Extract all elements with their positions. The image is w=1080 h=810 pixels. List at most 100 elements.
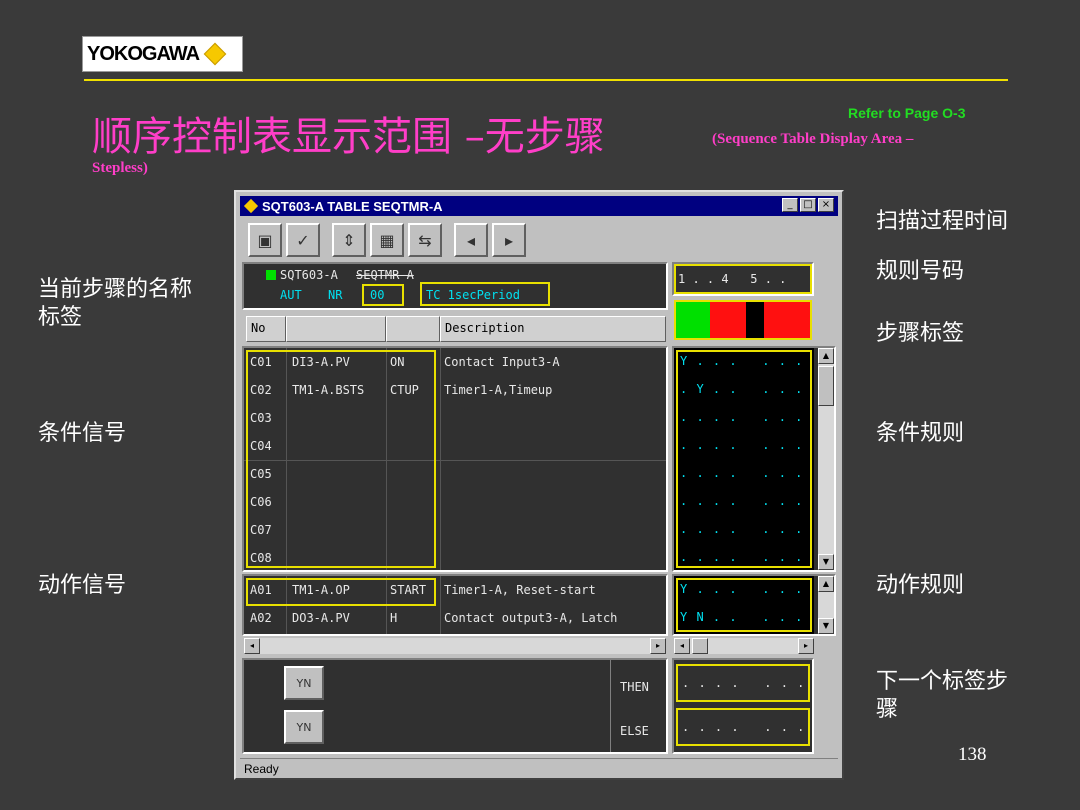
row-no: C04: [250, 439, 272, 453]
faceplate-icon[interactable]: ▣: [248, 223, 282, 257]
rule-hscroll-right-icon[interactable]: ▸: [798, 638, 814, 654]
label-next-step-2: 骤: [876, 697, 899, 722]
scroll-down-icon[interactable]: ▼: [818, 554, 834, 570]
right-hscrollbar[interactable]: ◂ ▸: [674, 638, 814, 654]
scroll-thumb[interactable]: [818, 366, 834, 406]
tuning-icon[interactable]: ⇕: [332, 223, 366, 257]
row-no: C01: [250, 355, 272, 369]
rule-row[interactable]: . . . . . . .: [680, 522, 803, 536]
rule-row[interactable]: Y . . . . . .: [680, 354, 803, 368]
label-current-step-name: 当前步骤的名称: [38, 277, 193, 302]
row-desc: Contact Input3-A: [444, 355, 560, 369]
hscroll-right-icon[interactable]: ▸: [650, 638, 666, 654]
next-step-pane: . . . . . . . . . . . . . .: [672, 658, 814, 754]
label-rule-number: 规则号码: [876, 259, 965, 284]
label-step-label: 步骤标签: [876, 321, 965, 346]
rule-row[interactable]: . Y . . . . .: [680, 382, 803, 396]
step-highlight: [362, 284, 404, 306]
table-row[interactable]: A01 TM1-A.OP START Timer1-A, Reset-start: [244, 576, 666, 604]
table-row[interactable]: C05: [244, 460, 666, 488]
row-data: START: [390, 583, 427, 597]
rule-row[interactable]: Y N . . . . .: [680, 610, 803, 624]
rule-hscroll-thumb[interactable]: [692, 638, 708, 654]
row-no: C05: [250, 467, 272, 481]
label-scan-period: 扫描过程时间: [876, 209, 1009, 234]
prev-page-icon[interactable]: ◂: [454, 223, 488, 257]
rule-row[interactable]: . . . . . . .: [680, 438, 803, 452]
logo-text: YOKOGAWA: [87, 42, 200, 65]
confirm-icon[interactable]: ✓: [286, 223, 320, 257]
rule-row[interactable]: . . . . . . .: [680, 550, 803, 564]
table-row[interactable]: C06: [244, 488, 666, 516]
action-scroll-down-icon[interactable]: ▼: [818, 618, 834, 634]
step-label-4: [764, 302, 810, 338]
yokogawa-logo: YOKOGAWA: [82, 36, 243, 72]
condition-scrollbar[interactable]: ▲ ▼: [818, 348, 834, 570]
alarm-value: NR: [328, 288, 343, 302]
table-row[interactable]: C02 TM1-A.BSTS CTUP Timer1-A,Timeup: [244, 376, 666, 404]
page-number: 138: [958, 744, 987, 765]
table-row[interactable]: C01 DI3-A.PV ON Contact Input3-A: [244, 348, 666, 376]
rule-row[interactable]: . . . . . . .: [680, 494, 803, 508]
row-tag: TM1-A.OP: [292, 583, 350, 597]
toolbar: ▣ ✓ ⇕ ▦ ⇆ ◂ ▸: [240, 220, 838, 260]
mode-value: AUT: [280, 288, 302, 302]
minimize-button[interactable]: _: [782, 198, 798, 212]
close-button[interactable]: ×: [818, 198, 834, 212]
row-data: CTUP: [390, 383, 419, 397]
label-condition-rule: 条件规则: [876, 421, 965, 446]
tag-comment: SEQTMR-A: [356, 268, 414, 282]
action-scrollbar[interactable]: ▲ ▼: [818, 576, 834, 634]
then-yn-button[interactable]: YN: [284, 666, 324, 700]
then-label: THEN: [620, 680, 649, 694]
then-yn-label: YN: [296, 676, 312, 690]
window-diamond-icon: [243, 198, 259, 214]
header-no: No: [246, 316, 286, 342]
rule-row[interactable]: . . . . . . .: [680, 466, 803, 480]
row-no: C03: [250, 411, 272, 425]
else-yn-button[interactable]: YN: [284, 710, 324, 744]
row-no: C07: [250, 523, 272, 537]
else-yn-label: YN: [296, 720, 312, 734]
status-text: Ready: [244, 762, 279, 776]
next-page-icon[interactable]: ▸: [492, 223, 526, 257]
title-divider: [84, 79, 1008, 81]
step-label-3: [746, 302, 764, 338]
status-indicator: [266, 270, 276, 280]
step-label-2: [710, 302, 746, 338]
left-hscrollbar[interactable]: ◂ ▸: [244, 638, 666, 654]
row-no: A02: [250, 611, 272, 625]
hscroll-left-icon[interactable]: ◂: [244, 638, 260, 654]
row-tag: TM1-A.BSTS: [292, 383, 365, 397]
table-row[interactable]: C03: [244, 404, 666, 432]
yn-toggle-icon[interactable]: ⇆: [408, 223, 442, 257]
rule-row[interactable]: Y . . . . . .: [680, 582, 803, 596]
window-titlebar[interactable]: SQT603-A TABLE SEQTMR-A _ □ ×: [240, 196, 838, 216]
rule-row[interactable]: . . . . . . .: [680, 410, 803, 424]
window-title: SQT603-A TABLE SEQTMR-A: [262, 198, 443, 214]
then-rule: . . . . . . .: [682, 676, 806, 690]
header-description: Description: [440, 316, 666, 342]
label-action-rule: 动作规则: [876, 573, 965, 598]
table-row[interactable]: C07: [244, 516, 666, 544]
slide-title-english-cont: Stepless): [92, 160, 148, 176]
label-action-signal: 动作信号: [38, 573, 127, 598]
label-tag: 标签: [38, 305, 83, 330]
row-desc: Timer1-A,Timeup: [444, 383, 553, 397]
action-rules-pane: Y . . . . . . Y N . . . . . ▲ ▼: [672, 574, 836, 636]
scroll-up-icon[interactable]: ▲: [818, 348, 834, 364]
rule-number-pane: 1 . . 4 5 . .: [672, 262, 814, 296]
maximize-button[interactable]: □: [800, 198, 816, 212]
table-row[interactable]: C04: [244, 432, 666, 460]
rule-hscroll-left-icon[interactable]: ◂: [674, 638, 690, 654]
table-row[interactable]: C08: [244, 544, 666, 572]
row-tag: DI3-A.PV: [292, 355, 350, 369]
actions-pane: A01 TM1-A.OP START Timer1-A, Reset-start A02…: [242, 574, 668, 636]
conditions-pane: C01 DI3-A.PV ON Contact Input3-A C02 TM1-A.BS…: [242, 346, 668, 572]
row-desc: Contact output3-A, Latch: [444, 611, 618, 625]
step-label-strip: [674, 300, 812, 340]
table-row[interactable]: A02 DO3-A.PV H Contact output3-A, Latch: [244, 604, 666, 632]
action-scroll-up-icon[interactable]: ▲: [818, 576, 834, 592]
condition-rules-pane: Y . . . . . . . Y . . . . . . . . . . . ..…: [672, 346, 836, 572]
table-icon[interactable]: ▦: [370, 223, 404, 257]
